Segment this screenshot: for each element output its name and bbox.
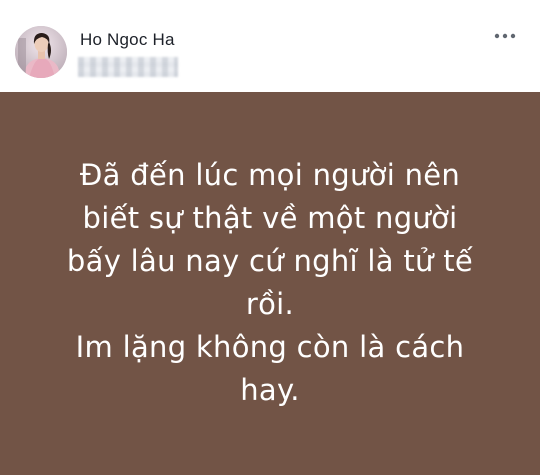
post-header: Ho Ngoc Ha	[0, 0, 540, 92]
more-horizontal-icon	[494, 33, 516, 39]
status-background: Đã đến lúc mọi người nên biết sự thật về…	[0, 92, 540, 475]
post-meta-blurred	[78, 57, 178, 77]
author-name[interactable]: Ho Ngoc Ha	[80, 30, 175, 50]
avatar-photo	[15, 26, 67, 78]
status-text: Đã đến lúc mọi người nên biết sự thật về…	[66, 157, 474, 407]
facebook-post: Ho Ngoc Ha Đã đến lúc mọi người nên biết…	[0, 0, 540, 475]
more-options-button[interactable]	[491, 26, 519, 46]
avatar[interactable]	[15, 26, 67, 78]
